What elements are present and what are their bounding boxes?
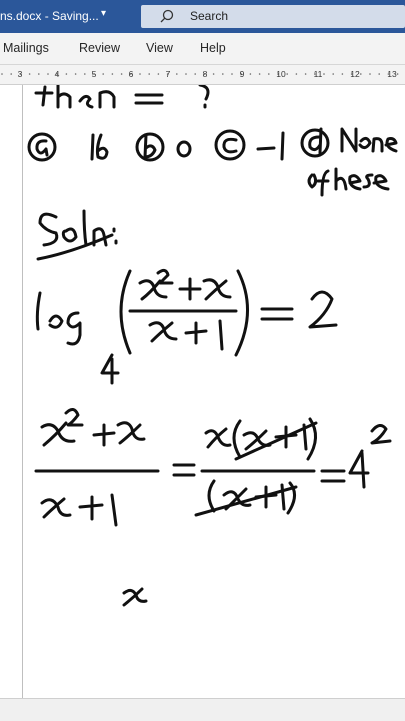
ruler-tick (222, 73, 224, 75)
soln-label (38, 209, 118, 247)
eq2-equals-1 (172, 463, 196, 477)
ruler-tick (323, 73, 325, 75)
option-b-value (176, 140, 192, 158)
eq2-num-sq (64, 408, 84, 427)
ruler-number: 10 (276, 69, 286, 79)
tab-review[interactable]: Review (79, 41, 120, 55)
ruler-number: 6 (129, 69, 134, 79)
option-b-letter (143, 133, 157, 159)
ruler-number: 4 (55, 69, 60, 79)
log-base (100, 353, 120, 385)
eq2-x-factor (204, 427, 232, 449)
ruler-tick (102, 73, 104, 75)
ruler-tick (1, 73, 3, 75)
ruler-tick (369, 73, 371, 75)
value-two (308, 290, 338, 329)
ruler-tick (258, 73, 261, 75)
ruler-tick (157, 73, 160, 75)
ruler-tick (332, 73, 335, 75)
eq2-four (348, 449, 370, 489)
eq2-equals-2 (320, 469, 346, 483)
option-a-circle (27, 132, 57, 162)
ruler-tick (194, 73, 196, 75)
search-icon (160, 9, 174, 23)
ruler-tick (28, 73, 31, 75)
eq2-num-plus (92, 423, 116, 447)
document-title: ns.docx - Saving... (0, 9, 99, 23)
ruler-tick (304, 73, 307, 75)
ruler-tick (396, 73, 399, 75)
tab-help[interactable]: Help (200, 41, 226, 55)
eq2-inner-lparen (232, 419, 242, 459)
option-a-value (90, 133, 109, 161)
ruler-number: 9 (240, 69, 245, 79)
ruler-tick (231, 73, 233, 75)
ruler-tick (74, 73, 77, 75)
question-line-fragment (34, 85, 210, 109)
num-sq (156, 268, 174, 285)
tab-mailings[interactable]: Mailings (3, 41, 49, 55)
last-x (122, 587, 148, 607)
ruler-tick (47, 73, 49, 75)
ruler-number: 8 (203, 69, 208, 79)
eq2-inner-x-plus-1 (242, 423, 308, 451)
option-d-letter (308, 127, 323, 155)
right-paren (234, 269, 249, 357)
option-c-letter (222, 137, 238, 154)
ruler-tick (268, 73, 270, 75)
ruler-number: 12 (350, 69, 360, 79)
ruler-tick (185, 73, 187, 75)
left-paren (119, 269, 132, 355)
ruler-tick (295, 73, 298, 75)
ruler-tick (10, 73, 12, 75)
ruler-tick (38, 73, 40, 75)
horizontal-ruler[interactable]: 3 4 5 6 7 8 9 10 11 12 13 (0, 65, 405, 85)
ruler-number: 11 (314, 69, 323, 79)
ruler-scale: 3 4 5 6 7 8 9 10 11 12 13 (1, 69, 399, 79)
ruler-tick (378, 73, 381, 75)
ruler-ticks (1, 73, 399, 75)
ruler-number: 13 (387, 69, 397, 79)
denominator (148, 319, 224, 351)
option-c-value (256, 131, 285, 161)
ruler-number: 5 (92, 69, 97, 79)
search-label: Search (190, 9, 229, 23)
ruler-number: 3 (18, 69, 23, 79)
of-these-words (307, 167, 390, 197)
option-c-circle (214, 129, 246, 161)
ruler-tick (249, 73, 252, 75)
ribbon-tabs: Mailings Review View Help (0, 33, 405, 65)
equals-sign (260, 307, 294, 321)
log-word (35, 291, 82, 346)
ruler-number: 7 (166, 69, 171, 79)
ruler-tick (65, 73, 68, 75)
ruler-tick (139, 73, 141, 75)
document-canvas[interactable] (0, 85, 405, 698)
ruler-tick (111, 73, 114, 75)
status-bar (0, 698, 405, 721)
eq2-exponent (370, 424, 392, 445)
eq2-num-x2 (116, 421, 146, 445)
search-box[interactable]: Search (141, 5, 405, 28)
ruler-tick (120, 73, 123, 75)
num-x2 (202, 278, 232, 301)
ruler-tick (148, 73, 150, 75)
handwritten-solution (27, 85, 398, 607)
ruler-tick (212, 73, 215, 75)
option-a-letter (35, 139, 49, 157)
ruler-tick (176, 73, 178, 75)
none-word (340, 127, 398, 153)
ruler-tick (286, 73, 289, 75)
ruler-tick (360, 73, 362, 75)
ruler-tick (341, 73, 344, 75)
ruler-tick (84, 73, 86, 75)
tab-view[interactable]: View (146, 41, 173, 55)
num-plus (178, 277, 202, 301)
eq2-denominator (40, 493, 118, 527)
title-bar: ns.docx - Saving... ▾ Search (0, 0, 405, 33)
chevron-down-icon[interactable]: ▾ (101, 8, 106, 19)
option-d-circle (300, 128, 330, 158)
